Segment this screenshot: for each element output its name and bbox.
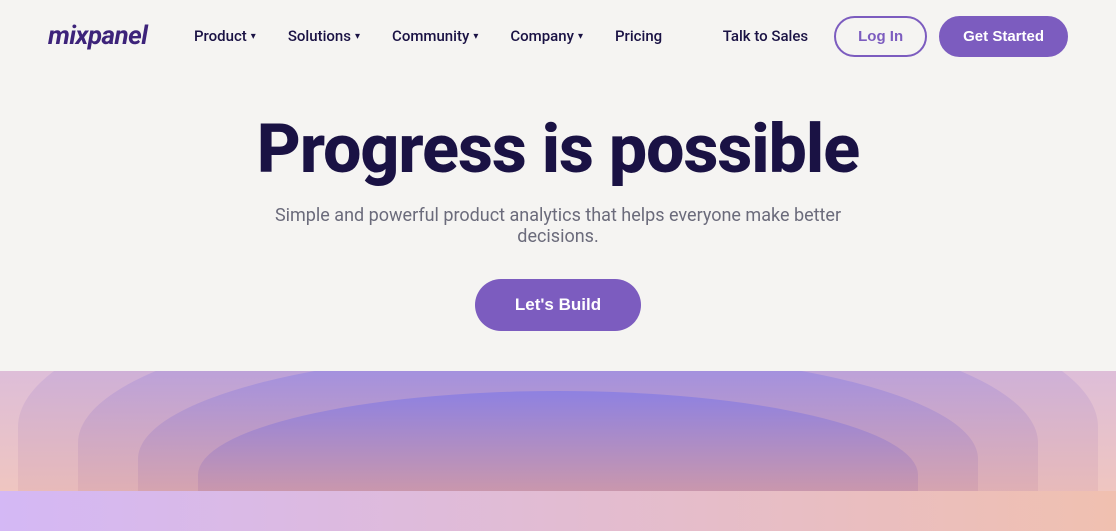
nav-item-product[interactable]: Product ▾: [180, 19, 270, 53]
chevron-down-icon: ▾: [578, 31, 583, 42]
nav-item-community[interactable]: Community ▾: [378, 19, 492, 53]
nav-item-solutions[interactable]: Solutions ▾: [274, 19, 374, 53]
chevron-down-icon: ▾: [355, 31, 360, 42]
nav-links: Product ▾ Solutions ▾ Community ▾ Compan…: [180, 19, 676, 53]
login-button[interactable]: Log In: [834, 16, 927, 57]
nav-item-company[interactable]: Company ▾: [496, 19, 597, 53]
hero-decoration: [0, 371, 1116, 531]
nav-actions: Talk to Sales Log In Get Started: [709, 16, 1068, 57]
chevron-down-icon: ▾: [473, 31, 478, 42]
nav-item-pricing[interactable]: Pricing: [601, 19, 676, 53]
lets-build-button[interactable]: Let's Build: [475, 279, 641, 331]
chevron-down-icon: ▾: [251, 31, 256, 42]
talk-to-sales-link[interactable]: Talk to Sales: [709, 19, 822, 53]
hero-subtitle: Simple and powerful product analytics th…: [258, 205, 858, 247]
logo[interactable]: mixpanel: [48, 21, 147, 51]
get-started-button[interactable]: Get Started: [939, 16, 1068, 57]
bottom-bar: [0, 491, 1116, 531]
hero-section: Progress is possible Simple and powerful…: [0, 72, 1116, 371]
hero-title: Progress is possible: [257, 112, 859, 187]
navbar: mixpanel Product ▾ Solutions ▾ Community…: [0, 0, 1116, 72]
